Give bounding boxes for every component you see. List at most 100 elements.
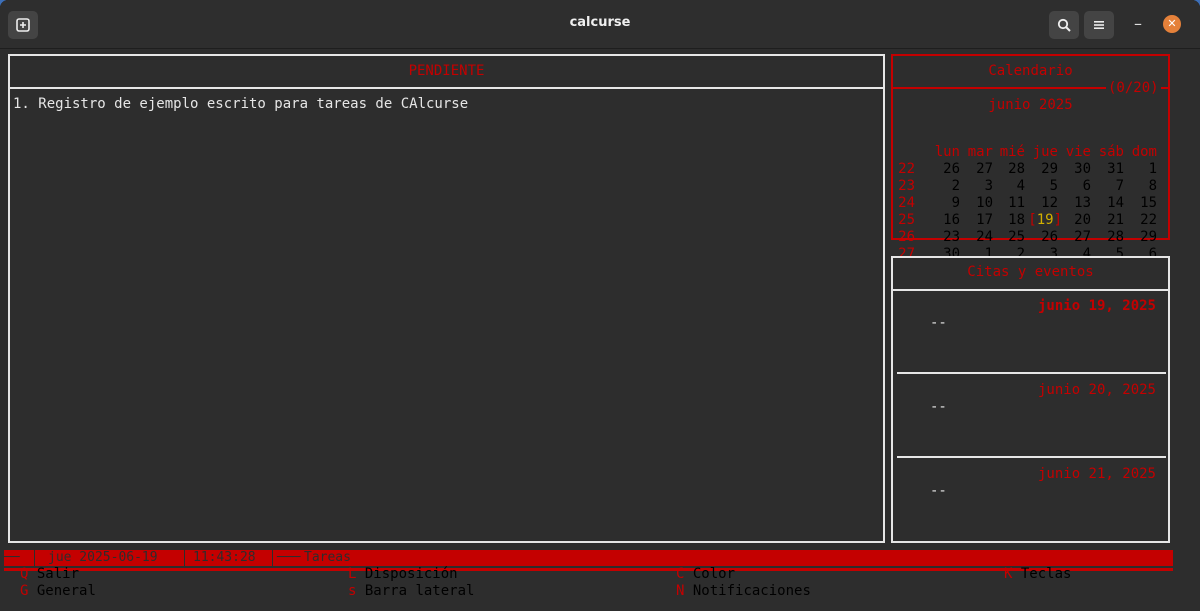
- calendar-day-selected[interactable]: [19]: [1024, 212, 1062, 229]
- menu-label: Teclas: [1020, 566, 1072, 582]
- search-button[interactable]: [1049, 11, 1079, 39]
- menu-button[interactable]: [1084, 11, 1114, 39]
- calendar-day[interactable]: 5: [1028, 178, 1058, 195]
- search-icon: [1057, 18, 1071, 32]
- calendar-day[interactable]: 10: [963, 195, 993, 212]
- todo-divider: [8, 87, 885, 89]
- calendar-day[interactable]: 22: [1127, 212, 1157, 229]
- calendar-day[interactable]: 4: [995, 178, 1025, 195]
- menu-key: C: [676, 566, 685, 582]
- menu-item-barra-lateral[interactable]: s Barra lateral: [348, 583, 474, 600]
- calendar-day[interactable]: 3: [963, 178, 993, 195]
- calendar-day[interactable]: 26: [1028, 229, 1058, 246]
- calendar-day[interactable]: 7: [1094, 178, 1124, 195]
- menu-item-color[interactable]: C Color: [676, 566, 735, 583]
- status-panel: Tareas: [304, 550, 351, 565]
- calendar-day[interactable]: 6: [1061, 178, 1091, 195]
- calendar-day[interactable]: 2: [930, 178, 960, 195]
- calendar-day[interactable]: 12: [1028, 195, 1058, 212]
- menu-label: Color: [692, 566, 736, 582]
- calendar-day[interactable]: 9: [930, 195, 960, 212]
- menu-item-salir[interactable]: Q Salir: [20, 566, 79, 583]
- close-icon: ✕: [1167, 17, 1177, 30]
- appointment-entry-1[interactable]: --: [930, 315, 947, 332]
- menu-key: s: [348, 583, 357, 599]
- calendar-day[interactable]: 14: [1094, 195, 1124, 212]
- menu-label: Salir: [36, 566, 80, 582]
- calendar-day[interactable]: 18: [995, 212, 1025, 229]
- calendar-day[interactable]: 31: [1094, 161, 1124, 178]
- menu-key: L: [348, 566, 357, 582]
- menu-label: General: [36, 583, 96, 599]
- calendar-day[interactable]: 11: [995, 195, 1025, 212]
- appointments-title: Citas y eventos: [967, 264, 1094, 280]
- hamburger-icon: [1094, 21, 1104, 29]
- calendar-day[interactable]: 17: [963, 212, 993, 229]
- calendar-day[interactable]: 1: [1127, 161, 1157, 178]
- calendar-weekday: lun: [934, 144, 960, 160]
- calendar-day[interactable]: 28: [995, 161, 1025, 178]
- calendar-day[interactable]: 23: [930, 229, 960, 246]
- calendar-day[interactable]: 30: [1061, 161, 1091, 178]
- appointment-separator-2: [897, 456, 1166, 458]
- calendar-day[interactable]: 27: [1061, 229, 1091, 246]
- calendar-day[interactable]: 28: [1094, 229, 1124, 246]
- calendar-day[interactable]: 16: [930, 212, 960, 229]
- appointments-divider: [891, 289, 1170, 291]
- calendar-day[interactable]: 29: [1028, 161, 1058, 178]
- calendar-tag: (0/20): [1106, 80, 1161, 97]
- calendar-weekday: mié: [999, 144, 1025, 160]
- menu-item-notificaciones[interactable]: N Notificaciones: [676, 583, 811, 600]
- calendar-weekday: sáb: [1098, 144, 1124, 160]
- menu-label: Notificaciones: [692, 583, 811, 599]
- calendar-month: junio 2025: [988, 97, 1073, 113]
- calendar-week-number: 24: [898, 195, 915, 211]
- calendar-day[interactable]: 15: [1127, 195, 1157, 212]
- menu-label: Barra lateral: [364, 583, 475, 599]
- calendar-day[interactable]: 21: [1094, 212, 1124, 229]
- status-bar: ── jue 2025-06-19 11:43:28 ─── Tareas: [4, 550, 1173, 566]
- status-underline: [4, 568, 1173, 571]
- title-bar: calcurse – ✕: [0, 0, 1200, 49]
- calendar-day[interactable]: 25: [995, 229, 1025, 246]
- menu-key: N: [676, 583, 685, 599]
- todo-item[interactable]: 1. Registro de ejemplo escrito para tare…: [13, 96, 468, 113]
- todo-panel-title: PENDIENTE: [408, 63, 485, 79]
- menu-key: Q: [20, 566, 29, 582]
- calendar-title: Calendario: [988, 63, 1073, 79]
- terminal-area[interactable]: PENDIENTE 1. Registro de ejemplo escrito…: [0, 49, 1200, 611]
- status-time: 11:43:28: [184, 550, 256, 566]
- calendar-day[interactable]: 29: [1127, 229, 1157, 246]
- calendar-week-number: 22: [898, 161, 915, 177]
- calendar-weekday: vie: [1065, 144, 1091, 160]
- calendar-day[interactable]: 20: [1061, 212, 1091, 229]
- calendar-day[interactable]: 26: [930, 161, 960, 178]
- appointment-entry-3[interactable]: --: [930, 483, 947, 500]
- calendar-weekday: dom: [1131, 144, 1157, 160]
- appointment-separator-1: [897, 372, 1166, 374]
- calendar-day[interactable]: 8: [1127, 178, 1157, 195]
- menu-key: G: [20, 583, 29, 599]
- window-title: calcurse: [569, 15, 631, 30]
- appointment-entry-2[interactable]: --: [930, 399, 947, 416]
- calendar-day[interactable]: 13: [1061, 195, 1091, 212]
- calendar-week-number: 26: [898, 229, 915, 245]
- menu-item-general[interactable]: G General: [20, 583, 96, 600]
- terminal-window: calcurse – ✕ PENDIENTE 1. Registro de ej…: [0, 0, 1200, 611]
- status-date: jue 2025-06-19: [48, 550, 158, 565]
- calendar-weekday: mar: [967, 144, 993, 160]
- menu-item-teclas[interactable]: K Teclas: [1004, 566, 1071, 583]
- calendar-weekday: jue: [1032, 144, 1058, 160]
- calendar-week-number: 25: [898, 212, 915, 228]
- menu-label: Disposición: [364, 566, 458, 582]
- close-button[interactable]: ✕: [1163, 15, 1181, 33]
- calendar-day[interactable]: 24: [963, 229, 993, 246]
- todo-panel[interactable]: [8, 54, 885, 543]
- appointment-date-2: junio 20, 2025: [1037, 382, 1156, 398]
- menu-key: K: [1004, 566, 1013, 582]
- calendar-day[interactable]: 27: [963, 161, 993, 178]
- menu-item-disposicion[interactable]: L Disposición: [348, 566, 458, 583]
- calendar-week-number: 23: [898, 178, 915, 194]
- minimize-button[interactable]: –: [1128, 14, 1148, 34]
- appointment-date-1: junio 19, 2025: [1037, 298, 1156, 314]
